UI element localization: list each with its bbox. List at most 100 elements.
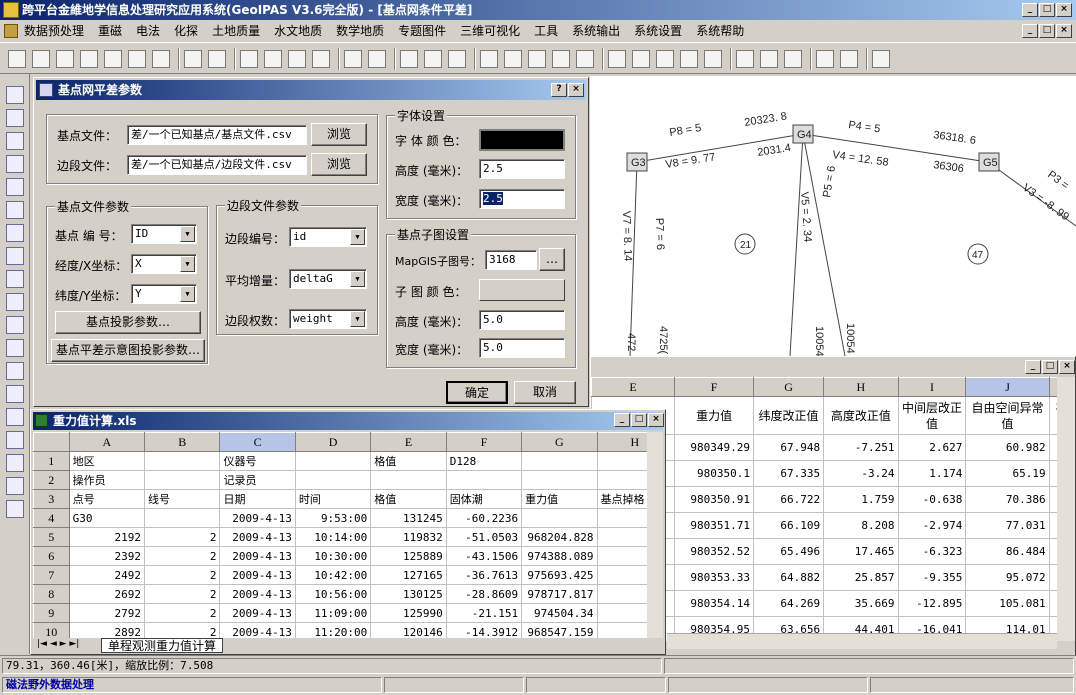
toolbar-trend-icon[interactable] [368,50,386,68]
toolbar-color-icon[interactable] [528,50,546,68]
toolbar-curve-icon[interactable] [312,50,330,68]
cell[interactable]: 120146 [370,622,447,638]
cell[interactable]: 2009-4-13 [219,584,296,604]
cell[interactable]: 8.208 [823,512,899,539]
menu-item[interactable]: 化探 [174,24,198,38]
column-header[interactable]: K [1048,377,1057,397]
toolbar-doc-icon[interactable] [608,50,626,68]
cell[interactable]: -28.8609 [445,584,523,604]
column-header[interactable]: F [445,432,523,452]
toolbar-poly-icon[interactable] [104,50,122,68]
toolbar-page-icon[interactable] [760,50,778,68]
cell[interactable] [596,565,647,585]
cell[interactable]: 980353.33 [674,564,755,591]
menu-item[interactable]: 电法 [136,24,160,38]
cell[interactable]: 2 [144,527,221,547]
cell[interactable]: 74.057 [1048,512,1057,539]
cell[interactable]: 2009-4-13 [219,565,296,585]
maximize-icon[interactable]: □ [1042,360,1058,374]
column-header[interactable]: E [591,377,676,397]
cell[interactable]: 2792 [68,603,146,623]
cell[interactable]: 35.669 [823,590,899,617]
cell[interactable]: 9:53:00 [294,508,372,528]
cell[interactable]: 0 [596,508,647,528]
cell[interactable] [521,451,598,471]
toolbar-chart-icon[interactable] [344,50,362,68]
vertical-scrollbar[interactable] [647,432,663,638]
cell[interactable]: 77.031 [965,512,1050,539]
column-header[interactable]: C [219,432,296,452]
cell[interactable]: 记录员 [219,470,296,490]
menu-item[interactable]: 数据预处理 [24,24,84,38]
column-header[interactable]: E [370,432,447,452]
row-header[interactable]: 10 [33,622,70,638]
row-header[interactable]: 1 [33,451,70,471]
horizontal-scrollbar[interactable] [667,633,1057,649]
hand-icon[interactable] [6,454,24,472]
column-header[interactable]: H [823,377,899,397]
base-file-field[interactable]: 差/一个已知基点/基点文件.csv [127,125,307,145]
column-header[interactable]: A [68,432,146,452]
cell[interactable]: 重力值 [521,489,598,509]
help-button[interactable]: ? [551,83,567,97]
column-header[interactable]: F [674,377,755,397]
menu-item[interactable]: 系统设置 [634,24,682,38]
cell[interactable]: 地区 [68,451,146,471]
header-cell[interactable]: 高度改正值 [823,396,899,435]
mapgis-field[interactable]: 3168 [485,250,537,270]
cell[interactable]: 66.365 [1048,460,1057,487]
cell[interactable]: 980351.71 [674,512,755,539]
cell[interactable]: 2392 [68,546,146,566]
toolbar-layer-icon[interactable] [480,50,498,68]
toolbar-flag-icon[interactable] [504,50,522,68]
cell[interactable] [596,584,647,604]
cell[interactable]: 968547.159 [521,622,598,638]
toolbar-map-icon[interactable] [400,50,418,68]
cell[interactable]: 131245 [370,508,447,528]
scissor-icon[interactable] [6,247,24,265]
cell[interactable] [596,603,647,623]
cell[interactable]: 980354.14 [674,590,755,617]
cell[interactable]: 65.19 [965,460,1050,487]
lat-select[interactable]: Y ▼ [131,284,197,304]
toolbar-plot-icon[interactable] [288,50,306,68]
cell[interactable]: 2 [144,546,221,566]
menu-item[interactable]: 水文地质 [274,24,322,38]
column-header[interactable]: G [521,432,598,452]
cell[interactable]: 2492 [68,565,146,585]
child-close-icon[interactable]: × [1056,24,1072,38]
image-icon[interactable] [6,339,24,357]
cell[interactable]: 2009-4-13 [219,546,296,566]
cell[interactable]: 64.882 [753,564,825,591]
cell[interactable]: 95.072 [965,564,1050,591]
cell[interactable]: 67.335 [753,460,825,487]
edge-file-field[interactable]: 差/一个已知基点/边段文件.csv [127,155,307,175]
cell[interactable]: 978717.817 [521,584,598,604]
scale-icon[interactable] [6,362,24,380]
cut-icon[interactable] [6,155,24,173]
toolbar-arrow-icon[interactable] [8,50,26,68]
cell[interactable]: 2 [144,603,221,623]
play-icon[interactable] [6,270,24,288]
cell[interactable]: -36.7613 [445,565,523,585]
save-icon[interactable] [6,293,24,311]
cell[interactable]: 2009-4-13 [219,603,296,623]
menu-item[interactable]: 三维可视化 [460,24,520,38]
dialog-close-button[interactable]: × [568,83,584,97]
cell[interactable]: 11:09:00 [294,603,372,623]
cell[interactable]: 10:56:00 [294,584,372,604]
cell[interactable]: 66.109 [753,512,825,539]
child-minimize-icon[interactable]: _ [1022,24,1038,38]
cell[interactable]: -60.2236 [445,508,523,528]
cell[interactable]: 仪器号 [219,451,296,471]
toolbar-hist-icon[interactable] [184,50,202,68]
cell[interactable]: 点号 [68,489,146,509]
cell[interactable] [521,508,598,528]
draw-icon[interactable] [6,224,24,242]
cell[interactable] [596,451,647,471]
toolbar-graph-icon[interactable] [264,50,282,68]
row-header[interactable]: 6 [33,546,70,566]
cell[interactable]: 968204.828 [521,527,598,547]
cell[interactable] [445,470,523,490]
menu-item[interactable]: 系统帮助 [696,24,744,38]
